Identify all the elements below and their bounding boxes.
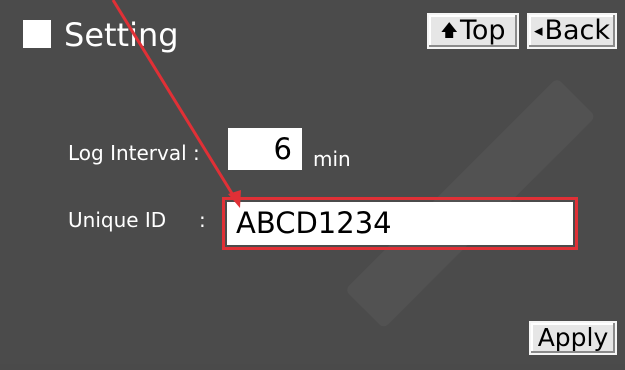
top-button-label: Top <box>459 15 506 46</box>
device-screen: Setting 🡅 Top ◂ Back Log Interval : 6 mi… <box>0 0 625 364</box>
page-title: Setting <box>64 16 179 54</box>
left-triangle-icon: ◂ <box>533 21 543 41</box>
up-arrow-icon: 🡅 <box>440 21 458 41</box>
log-interval-unit: min <box>313 147 351 171</box>
unique-id-colon: : <box>199 208 206 232</box>
apply-button[interactable]: Apply <box>529 321 617 355</box>
back-button[interactable]: ◂ Back <box>527 13 617 49</box>
log-interval-label: Log Interval : <box>68 141 200 165</box>
back-button-label: Back <box>544 15 611 46</box>
unique-id-field[interactable]: ABCD1234 <box>227 202 573 245</box>
log-interval-field[interactable]: 6 <box>228 128 302 170</box>
top-button[interactable]: 🡅 Top <box>427 13 519 49</box>
setting-square-icon <box>23 20 51 48</box>
unique-id-label: Unique ID <box>68 208 167 232</box>
